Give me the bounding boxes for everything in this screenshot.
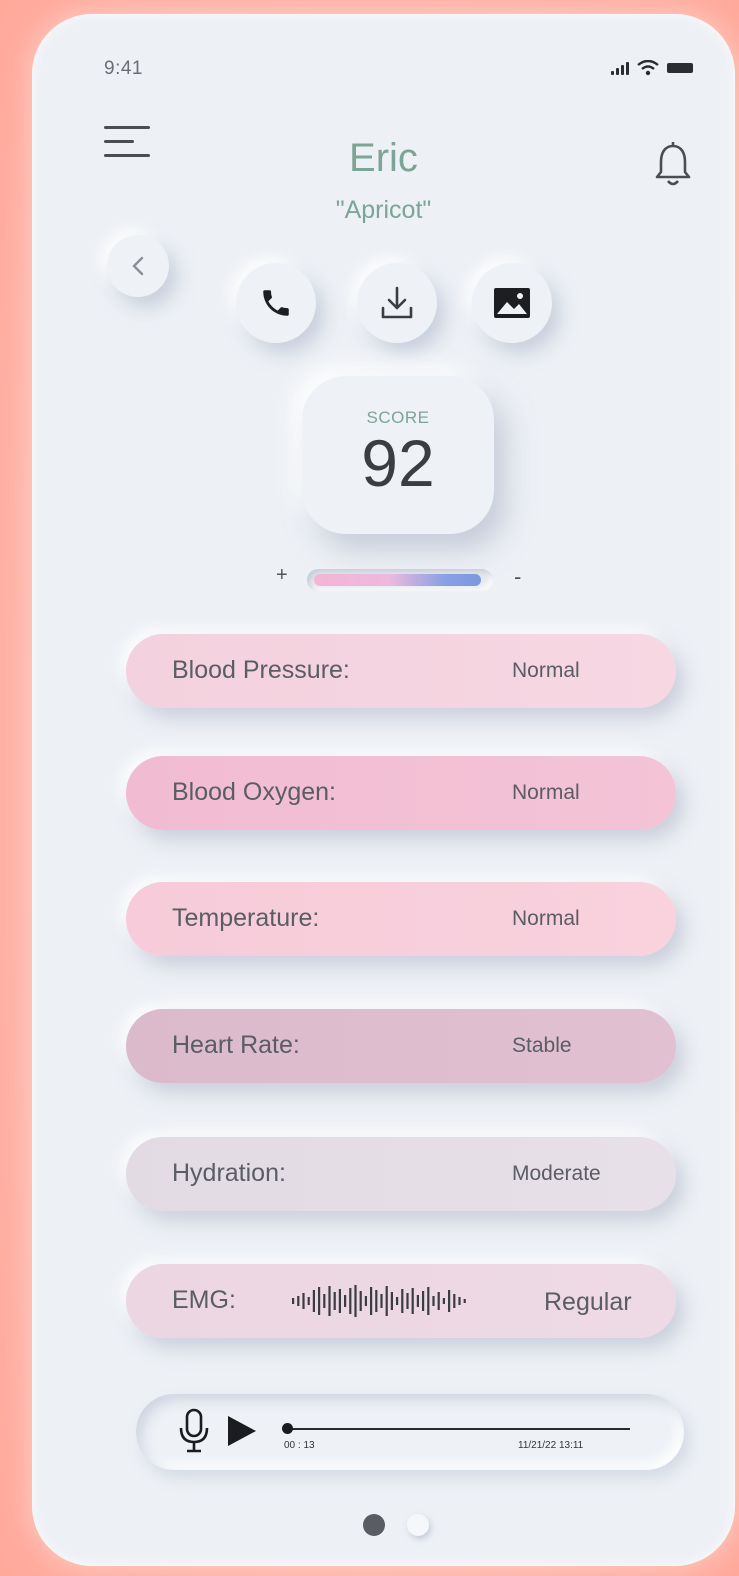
waveform-bar [375,1290,378,1312]
download-button[interactable] [357,263,437,343]
slider-minus-label: - [514,564,522,589]
waveform-bar [333,1292,336,1310]
waveform-bar [458,1297,461,1305]
back-button[interactable] [107,235,169,297]
recording-date: 11/21/22 13:11 [518,1440,584,1451]
battery-icon [667,63,693,73]
waveform-bar [359,1291,362,1311]
slider-plus-label: + [276,564,288,586]
metric-label: EMG: [172,1286,236,1314]
metric-value: Normal [512,907,580,930]
waveform-bar [318,1287,321,1315]
metric-value: Stable [512,1034,572,1057]
score-label: SCORE [366,408,430,427]
waveform-bar [297,1296,300,1306]
waveform-bar [328,1286,331,1316]
metric-label: Heart Rate: [172,1031,300,1059]
microphone-icon[interactable] [178,1408,210,1454]
waveform-bar [307,1297,310,1305]
page-indicator-2[interactable] [407,1514,429,1536]
waveform-bar [442,1298,445,1304]
wifi-icon [637,60,659,76]
waveform-bar [416,1295,419,1307]
signal-icon [611,61,629,75]
score-card: SCORE 92 [302,376,494,534]
waveform-bar [385,1286,388,1316]
waveform-bar [338,1289,341,1313]
waveform-bar [401,1289,404,1313]
metric-label: Temperature: [172,904,320,932]
waveform-bar [411,1288,414,1314]
patient-nickname: "Apricot" [335,196,432,224]
metric-value: Regular [544,1288,632,1316]
waveform-bar [406,1293,409,1309]
patient-name: Eric [349,136,418,180]
waveform-bar [390,1292,393,1310]
phone-screen: 9:41 Eric "Apricot" SCORE 92 + - Blood P… [32,14,735,1566]
waveform-bar [323,1294,326,1308]
phone-icon [263,290,289,316]
progress-handle[interactable] [282,1423,293,1434]
waveform-bar [370,1287,373,1315]
image-icon [494,288,530,318]
metric-label: Blood Pressure: [172,656,350,684]
slider-fill [314,574,481,586]
waveform-bar [427,1287,430,1315]
waveform-bar [349,1288,352,1314]
metric-value: Normal [512,659,580,682]
status-icons [611,60,693,76]
waveform-bar [396,1297,399,1305]
score-value: 92 [361,426,435,500]
waveform-bar [364,1296,367,1306]
waveform-bar [463,1299,466,1303]
waveform-icon [292,1285,466,1317]
waveform-bar [302,1293,305,1309]
waveform-bar [312,1290,315,1312]
waveform-bar [453,1294,456,1308]
elapsed-time: 00 : 13 [284,1440,315,1451]
metric-row-temperature[interactable]: Temperature: Normal [126,882,676,956]
waveform-bar [354,1285,357,1317]
metric-row-heart-rate[interactable]: Heart Rate: Stable [126,1009,676,1083]
waveform-bar [437,1292,440,1310]
waveform-bar [422,1291,425,1311]
progress-track[interactable] [286,1428,630,1430]
download-icon [381,286,413,319]
play-icon[interactable] [228,1416,256,1446]
metric-row-emg[interactable]: EMG: Regular [126,1264,676,1338]
metric-row-blood-oxygen[interactable]: Blood Oxygen: Normal [126,756,676,830]
metric-value: Normal [512,781,580,804]
score-slider[interactable] [307,569,493,591]
call-button[interactable] [236,263,316,343]
waveform-bar [448,1290,451,1312]
page-indicator-1[interactable] [363,1514,385,1536]
back-chevron-icon [132,256,144,276]
audio-player: 00 : 13 11/21/22 13:11 [136,1394,684,1470]
bell-icon[interactable] [653,140,693,188]
metric-row-hydration[interactable]: Hydration: Moderate [126,1137,676,1211]
waveform-bar [380,1294,383,1308]
gallery-button[interactable] [472,263,552,343]
metric-row-blood-pressure[interactable]: Blood Pressure: Normal [126,634,676,708]
metric-value: Moderate [512,1162,601,1185]
metric-label: Hydration: [172,1159,286,1187]
waveform-bar [292,1298,295,1304]
waveform-bar [432,1296,435,1306]
waveform-bar [344,1295,347,1307]
metric-label: Blood Oxygen: [172,778,336,806]
status-time: 9:41 [104,58,143,79]
